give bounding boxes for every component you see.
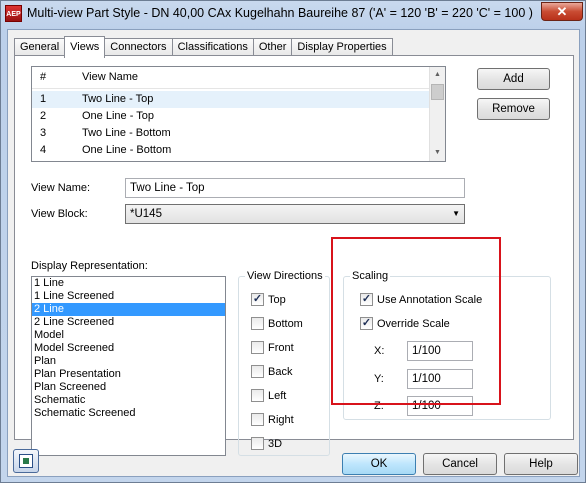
checkbox-3d[interactable]: 3D: [251, 437, 282, 450]
display-representation-list[interactable]: 1 Line 1 Line Screened 2 Line 2 Line Scr…: [31, 276, 226, 456]
scrollbar-thumb[interactable]: [431, 84, 444, 100]
views-list[interactable]: # View Name 1 Two Line - Top 2 One Line …: [31, 66, 446, 162]
list-item[interactable]: Schematic Screened: [32, 407, 225, 420]
style-browser-icon[interactable]: [13, 449, 39, 473]
view-block-value: *U145: [130, 208, 162, 220]
dialog-window: AEP Multi-view Part Style - DN 40,00 CAx…: [0, 0, 586, 483]
checkbox-right[interactable]: Right: [251, 413, 294, 426]
view-directions-group: View Directions ✓ Top Bottom Front Back L…: [238, 270, 330, 456]
checkbox-front[interactable]: Front: [251, 341, 294, 354]
list-item[interactable]: Plan Screened: [32, 381, 225, 394]
column-header-number[interactable]: #: [40, 71, 46, 83]
list-item[interactable]: Plan Presentation: [32, 368, 225, 381]
help-button[interactable]: Help: [504, 453, 578, 475]
list-item[interactable]: Model Screened: [32, 342, 225, 355]
scroll-down-icon[interactable]: ▼: [430, 145, 445, 161]
app-icon: AEP: [5, 5, 22, 22]
checkbox-left[interactable]: Left: [251, 389, 286, 402]
tab-views[interactable]: Views: [64, 36, 106, 58]
view-block-label: View Block:: [31, 208, 88, 220]
remove-button[interactable]: Remove: [477, 98, 550, 120]
checkbox-top[interactable]: ✓ Top: [251, 293, 286, 306]
list-item[interactable]: 4 One Line - Bottom: [32, 142, 431, 159]
list-item[interactable]: 1 Two Line - Top: [32, 91, 431, 108]
column-header-view-name[interactable]: View Name: [82, 71, 138, 83]
cancel-button[interactable]: Cancel: [423, 453, 497, 475]
highlight-box: [331, 237, 501, 405]
display-representation-label: Display Representation:: [31, 260, 148, 272]
scroll-up-icon[interactable]: ▲: [430, 67, 445, 83]
close-button[interactable]: ✕: [541, 2, 583, 21]
list-item[interactable]: 2 Line: [32, 303, 225, 316]
add-button[interactable]: Add: [477, 68, 550, 90]
views-list-scrollbar[interactable]: ▲ ▼: [429, 67, 445, 161]
list-item[interactable]: Schematic: [32, 394, 225, 407]
checkbox-bottom[interactable]: Bottom: [251, 317, 303, 330]
list-item[interactable]: 2 One Line - Top: [32, 108, 431, 125]
window-title: Multi-view Part Style - DN 40,00 CAx Kug…: [27, 6, 533, 20]
checkmark-icon: ✓: [251, 293, 264, 306]
list-item[interactable]: 2 Line Screened: [32, 316, 225, 329]
tab-strip: General Views Connectors Classifications…: [14, 36, 393, 58]
view-name-label: View Name:: [31, 182, 91, 194]
title-bar[interactable]: AEP Multi-view Part Style - DN 40,00 CAx…: [1, 1, 585, 27]
views-list-header: # View Name: [32, 67, 431, 89]
list-item[interactable]: Model: [32, 329, 225, 342]
view-block-select[interactable]: *U145 ▼: [125, 204, 465, 224]
ok-button[interactable]: OK: [342, 453, 416, 475]
list-item[interactable]: Plan: [32, 355, 225, 368]
checkbox-back[interactable]: Back: [251, 365, 292, 378]
view-name-field[interactable]: Two Line - Top: [125, 178, 465, 198]
view-directions-title: View Directions: [245, 270, 325, 282]
list-item[interactable]: 1 Line: [32, 277, 225, 290]
list-item[interactable]: 3 Two Line - Bottom: [32, 125, 431, 142]
chevron-down-icon: ▼: [452, 209, 460, 218]
list-item[interactable]: 1 Line Screened: [32, 290, 225, 303]
